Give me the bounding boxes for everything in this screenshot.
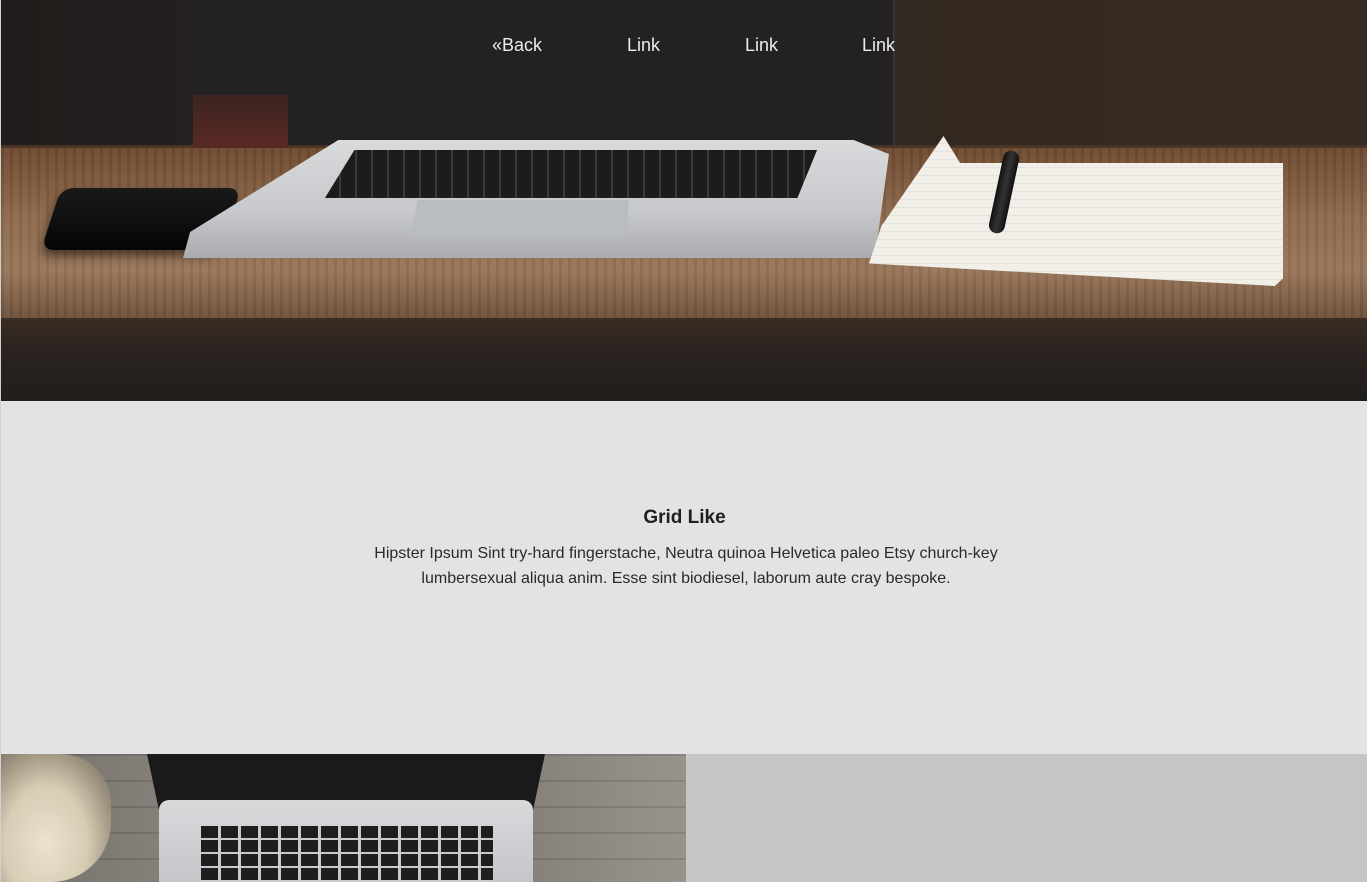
intro-section: Grid Like Hipster Ipsum Sint try-hard fi… [1, 401, 1367, 754]
grid-image-tile [1, 754, 686, 882]
hero-desk-edge [1, 318, 1367, 401]
hero-trackpad-image [411, 200, 629, 236]
nav-link-3[interactable]: Link [862, 32, 895, 58]
grid-cup-image [1, 754, 111, 882]
page: «Back Link Link Link Grid Like Hipster I… [0, 0, 1367, 882]
nav-link-1[interactable]: Link [627, 32, 660, 58]
nav-back-link[interactable]: «Back [492, 32, 542, 58]
top-nav: «Back Link Link Link [1, 32, 1367, 58]
section-heading: Grid Like [643, 507, 726, 528]
hero-keyboard-image [325, 150, 817, 198]
section-body-text: Hipster Ipsum Sint try-hard fingerstache… [374, 545, 998, 587]
nav-link-2[interactable]: Link [745, 32, 778, 58]
hero-banner: «Back Link Link Link [1, 0, 1367, 401]
grid-laptop-keyboard-image [201, 826, 493, 882]
grid-placeholder-tile [686, 754, 1367, 882]
